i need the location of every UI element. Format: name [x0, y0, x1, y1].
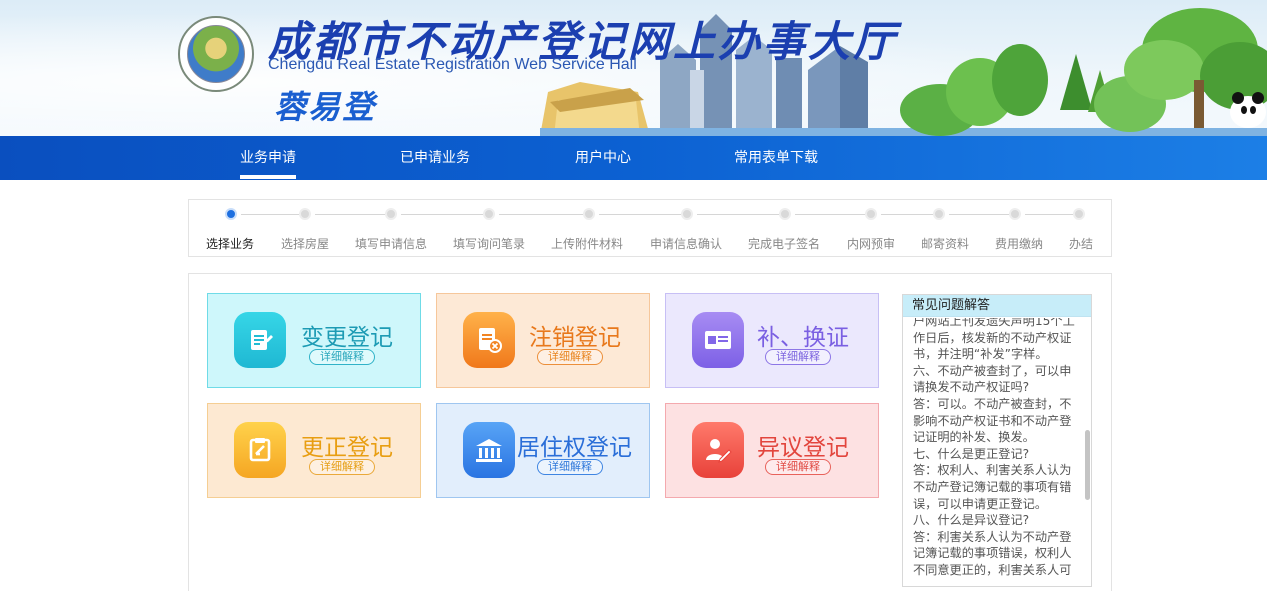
institution-icon	[463, 422, 515, 478]
step-7-dot	[779, 208, 791, 220]
card-title: 更正登记	[301, 435, 393, 461]
card-residence-right-registration[interactable]: 居住权登记 详细解释	[436, 403, 650, 498]
card-cancellation-registration[interactable]: 注销登记 详细解释	[436, 293, 650, 388]
step-10-dot	[1009, 208, 1021, 220]
card-certificate-replacement[interactable]: 补、换证 详细解释	[665, 293, 879, 388]
document-edit-icon	[234, 312, 286, 368]
step-11-label: 办结	[1069, 237, 1094, 251]
nav-item-user-center[interactable]: 用户中心	[575, 136, 631, 180]
detail-button[interactable]: 详细解释	[765, 349, 831, 365]
card-title: 居住权登记	[517, 435, 632, 461]
objection-icon	[692, 422, 744, 478]
detail-button[interactable]: 详细解释	[765, 459, 831, 475]
step-connector	[315, 214, 385, 215]
header-banner: 成都市不动产登记网上办事大厅 Chengdu Real Estate Regis…	[0, 0, 1267, 136]
document-cancel-icon	[463, 312, 515, 368]
detail-button[interactable]: 详细解释	[309, 459, 375, 475]
card-change-registration[interactable]: 变更登记 详细解释	[207, 293, 421, 388]
correction-icon	[234, 422, 286, 478]
step-3-dot	[385, 208, 397, 220]
site-title-english: Chengdu Real Estate Registration Web Ser…	[268, 56, 637, 73]
step-1-dot	[225, 208, 237, 220]
step-connector	[1025, 214, 1073, 215]
id-card-icon	[692, 312, 744, 368]
step-4-dot	[483, 208, 495, 220]
faq-text: 户网站上刊发遗失声明15个工作日后，核发新的不动产权证书，并注明“补发”字样。 …	[913, 318, 1075, 577]
step-5-label: 上传附件材料	[551, 237, 624, 251]
card-title: 变更登记	[301, 325, 393, 351]
faq-title: 常见问题解答	[903, 295, 1091, 317]
card-title: 异议登记	[757, 435, 849, 461]
faq-panel: 常见问题解答 户网站上刊发遗失声明15个工作日后，核发新的不动产权证书，并注明“…	[902, 294, 1092, 587]
step-2-dot	[299, 208, 311, 220]
detail-button[interactable]: 详细解释	[309, 349, 375, 365]
step-connector	[949, 214, 1009, 215]
progress-stepper: 选择业务 选择房屋 填写申请信息 填写询问笔录 上传附件材料 申请信息确认 完成…	[188, 199, 1112, 257]
step-4-label: 填写询问笔录	[453, 237, 526, 251]
nav-item-applied-business[interactable]: 已申请业务	[400, 136, 470, 180]
faq-scroll-area[interactable]: 户网站上刊发遗失声明15个工作日后，核发新的不动产权证书，并注明“补发”字样。 …	[903, 318, 1091, 586]
main-nav: 业务申请 已申请业务 用户中心 常用表单下载	[0, 136, 1267, 180]
step-8-dot	[865, 208, 877, 220]
step-5-dot	[583, 208, 595, 220]
step-9-label: 邮寄资料	[921, 237, 970, 251]
card-objection-registration[interactable]: 异议登记 详细解释	[665, 403, 879, 498]
step-6-dot	[681, 208, 693, 220]
step-connector	[881, 214, 933, 215]
card-correction-registration[interactable]: 更正登记 详细解释	[207, 403, 421, 498]
faq-scrollbar-thumb[interactable]	[1085, 430, 1090, 500]
card-title: 注销登记	[529, 325, 621, 351]
step-1-label: 选择业务	[206, 237, 255, 251]
step-6-label: 申请信息确认	[650, 237, 723, 251]
detail-button[interactable]: 详细解释	[537, 459, 603, 475]
nav-item-business-apply[interactable]: 业务申请	[240, 136, 296, 180]
step-11-dot	[1073, 208, 1085, 220]
step-10-label: 费用缴纳	[995, 237, 1044, 251]
step-7-label: 完成电子签名	[748, 237, 821, 251]
step-8-label: 内网预审	[847, 237, 896, 251]
step-connector	[499, 214, 583, 215]
step-9-dot	[933, 208, 945, 220]
card-title: 补、换证	[757, 325, 849, 351]
step-connector	[241, 214, 299, 215]
step-2-label: 选择房屋	[281, 237, 330, 251]
site-emblem-logo	[178, 16, 254, 92]
brand-name: 蓉易登	[274, 88, 377, 126]
nav-item-forms-download[interactable]: 常用表单下载	[734, 136, 818, 180]
step-connector	[795, 214, 865, 215]
detail-button[interactable]: 详细解释	[537, 349, 603, 365]
step-3-label: 填写申请信息	[355, 237, 428, 251]
step-connector	[401, 214, 483, 215]
step-connector	[599, 214, 681, 215]
step-connector	[697, 214, 779, 215]
